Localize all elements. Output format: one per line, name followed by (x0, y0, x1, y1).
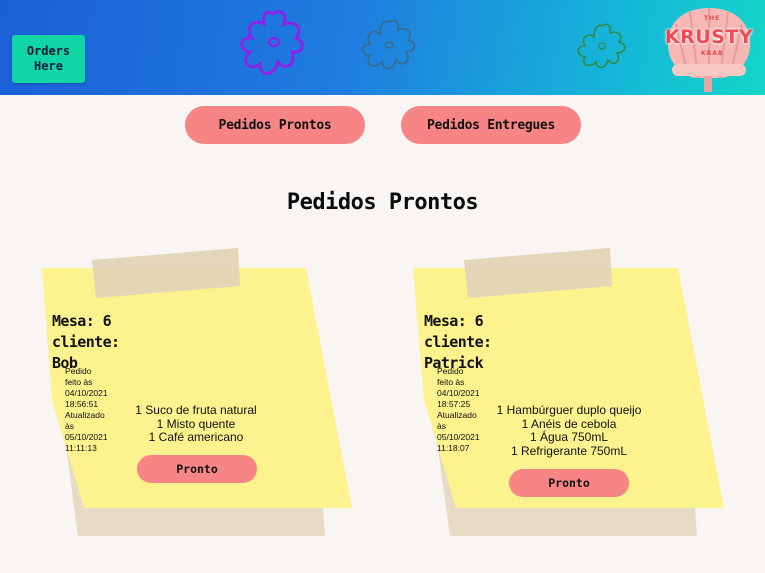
order-item: 1 Água 750mL (529, 430, 609, 444)
order-item: 1 Hambúrguer duplo queijo (496, 403, 642, 417)
order-item: 1 Refrigerante 750mL (510, 443, 628, 458)
mesa-label: Mesa: 6 (424, 312, 484, 330)
pronto-button[interactable]: Pronto (509, 469, 629, 497)
sticky-note-shape (413, 248, 724, 536)
order-item: 1 Anéis de cebola (521, 416, 617, 431)
